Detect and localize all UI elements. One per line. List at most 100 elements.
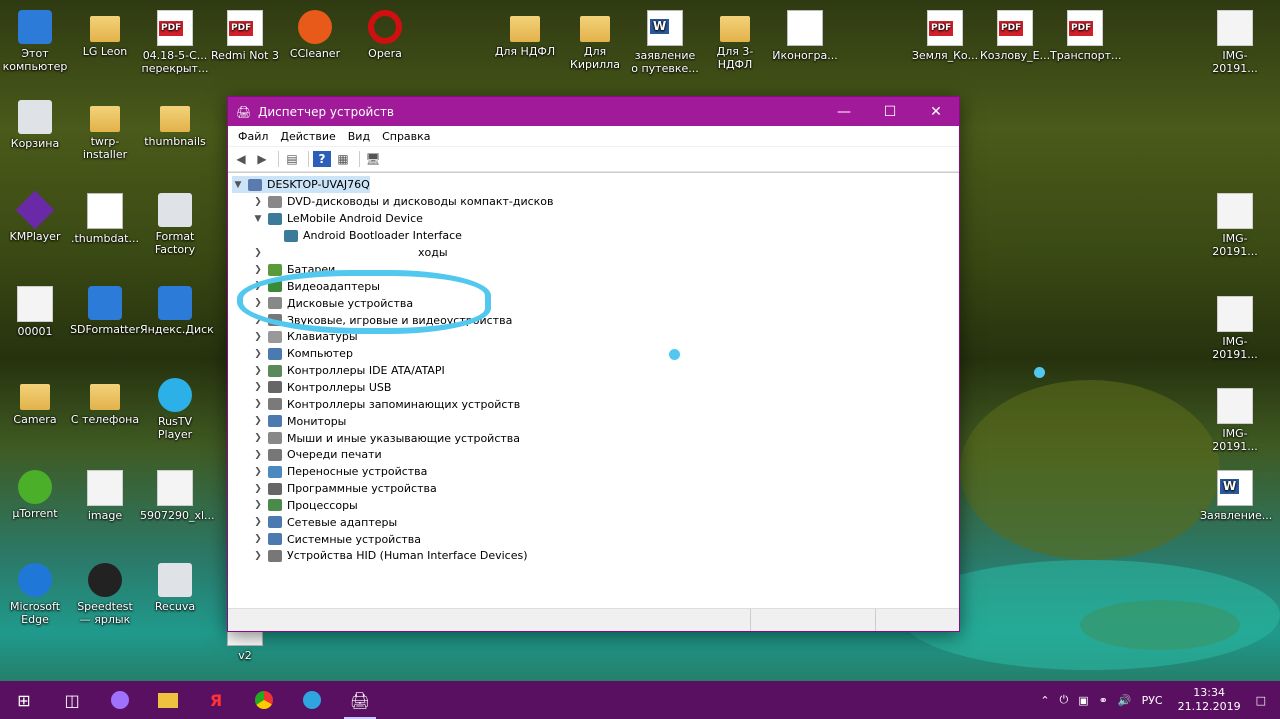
network-icon[interactable]: ▣ <box>1078 694 1088 707</box>
chrome-icon[interactable] <box>240 681 288 719</box>
desktop-icon[interactable]: Этот компьютер <box>0 10 70 73</box>
alice-assistant-icon[interactable] <box>96 681 144 719</box>
help-icon[interactable]: ? <box>313 151 331 167</box>
properties-icon[interactable]: ▤ <box>283 151 301 167</box>
desktop-icon[interactable]: IMG-20191... <box>1200 193 1270 258</box>
device-tree[interactable]: ▼ DESKTOP-UVAJ76Q ❯ DVD-дисководы и диск… <box>228 172 959 609</box>
volume-icon[interactable]: 🔊 <box>1118 694 1132 707</box>
clock[interactable]: 13:34 21.12.2019 <box>1178 686 1241 714</box>
tree-item-category[interactable]: ❯ Мониторы <box>252 413 346 430</box>
tree-item-dvd[interactable]: ❯ DVD-дисководы и дисководы компакт-диск… <box>252 193 553 210</box>
desktop-icon[interactable]: thumbnails <box>140 100 210 148</box>
desktop-icon[interactable]: Иконогра... <box>770 10 840 62</box>
tree-item-category[interactable]: ❯ Мыши и иные указывающие устройства <box>252 430 520 447</box>
tree-item-category[interactable]: ❯ Сетевые адаптеры <box>252 514 397 531</box>
desktop-icon[interactable]: Корзина <box>0 100 70 150</box>
desktop-icon[interactable]: IMG-20191... <box>1200 388 1270 453</box>
chevron-right-icon[interactable]: ❯ <box>252 416 264 426</box>
telegram-icon[interactable] <box>288 681 336 719</box>
menu-action[interactable]: Действие <box>274 130 341 143</box>
chevron-right-icon[interactable]: ❯ <box>252 551 264 561</box>
desktop-icon[interactable]: SDFormatter <box>70 286 140 336</box>
desktop-icon[interactable]: 00001 <box>0 286 70 338</box>
chevron-right-icon[interactable]: ❯ <box>252 433 264 443</box>
tree-item-category[interactable]: ❯ Очереди печати <box>252 446 381 463</box>
tree-item-category[interactable]: ❯ Контроллеры IDE ATA/ATAPI <box>252 362 445 379</box>
desktop-icon[interactable]: µTorrent <box>0 470 70 520</box>
chevron-right-icon[interactable]: ❯ <box>252 332 264 342</box>
tree-item-category[interactable]: ❯ Контроллеры запоминающих устройств <box>252 396 520 413</box>
desktop-icon[interactable]: Земля_Ко... <box>910 10 980 62</box>
tree-item-category[interactable]: ❯ Переносные устройства <box>252 463 427 480</box>
chevron-right-icon[interactable]: ❯ <box>252 349 264 359</box>
chevron-right-icon[interactable]: ❯ <box>252 500 264 510</box>
device-manager-window[interactable]: 🖨 Диспетчер устройств — ☐ ✕ Файл Действи… <box>227 96 960 632</box>
desktop-icon[interactable]: IMG-20191... <box>1200 10 1270 75</box>
yandex-browser-icon[interactable]: Я <box>192 681 240 719</box>
view-icon[interactable]: ▦ <box>334 151 352 167</box>
menu-file[interactable]: Файл <box>232 130 274 143</box>
device-manager-taskbar-icon[interactable]: 🖨 <box>336 681 384 719</box>
tree-item-category[interactable]: ❯ Устройства HID (Human Interface Devices… <box>252 547 527 564</box>
desktop-icon[interactable]: twrp-installer <box>70 100 140 161</box>
forward-arrow-icon[interactable]: ▶ <box>253 151 271 167</box>
desktop-icon[interactable]: Redmi Not 3 <box>210 10 280 62</box>
scan-hardware-icon[interactable]: 🖥 <box>364 151 382 167</box>
tree-item-lemobile[interactable]: ▼ LeMobile Android Device <box>252 210 423 227</box>
tree-item-category[interactable]: ❯ Компьютер <box>252 345 353 362</box>
tree-item-bootloader[interactable]: Android Bootloader Interface <box>284 227 462 244</box>
desktop-icon[interactable]: Microsoft Edge <box>0 563 70 626</box>
desktop-icon[interactable]: Для 3-НДФЛ <box>700 10 770 71</box>
desktop-icon[interactable]: LG Leon <box>70 10 140 58</box>
chevron-up-icon[interactable]: ⌃ <box>1040 694 1049 707</box>
desktop-icon[interactable]: Speedtest — ярлык <box>70 563 140 626</box>
notifications-icon[interactable]: □ <box>1256 694 1266 707</box>
menu-view[interactable]: Вид <box>342 130 376 143</box>
start-button[interactable]: ⊞ <box>0 681 48 719</box>
desktop-icon[interactable]: Для Кирилла <box>560 10 630 71</box>
desktop-icon[interactable]: Заявление... <box>1200 470 1272 522</box>
chevron-right-icon[interactable]: ❯ <box>252 265 264 275</box>
desktop-icon[interactable]: заявление о путевке... <box>630 10 700 75</box>
task-view-button[interactable]: ◫ <box>48 681 96 719</box>
maximize-button[interactable]: ☐ <box>867 97 913 126</box>
desktop-icon[interactable]: С телефона <box>70 378 140 426</box>
chevron-right-icon[interactable]: ❯ <box>252 467 264 477</box>
usb-icon[interactable]: ⏻ <box>1060 693 1069 707</box>
desktop-icon[interactable]: CCleaner <box>280 10 350 60</box>
desktop-icon[interactable]: .thumbdat... <box>70 193 140 245</box>
chevron-right-icon[interactable]: ❯ <box>252 197 264 207</box>
desktop-icon[interactable]: Camera <box>0 378 70 426</box>
desktop-icon[interactable]: 04.18-5-С... перекрыт... <box>140 10 210 75</box>
tree-item-category[interactable]: ❯ Процессоры <box>252 497 358 514</box>
chevron-right-icon[interactable]: ❯ <box>252 248 264 258</box>
tree-item-category[interactable]: ❯ Системные устройства <box>252 531 421 548</box>
desktop-icon[interactable]: Format Factory <box>140 193 210 256</box>
desktop-icon[interactable]: image <box>70 470 140 522</box>
desktop-icon[interactable]: IMG-20191... <box>1200 296 1270 361</box>
desktop-icon[interactable]: 5907290_xl... <box>140 470 215 522</box>
desktop-icon[interactable]: Opera <box>350 10 420 60</box>
menu-help[interactable]: Справка <box>376 130 436 143</box>
desktop-icon[interactable]: KMPlayer <box>0 190 70 243</box>
back-arrow-icon[interactable]: ◀ <box>232 151 250 167</box>
file-explorer-icon[interactable] <box>144 681 192 719</box>
chevron-down-icon[interactable]: ▼ <box>232 180 244 190</box>
chevron-right-icon[interactable]: ❯ <box>252 450 264 460</box>
chevron-right-icon[interactable]: ❯ <box>252 366 264 376</box>
tree-root[interactable]: ▼ DESKTOP-UVAJ76Q <box>232 176 370 193</box>
title-bar[interactable]: 🖨 Диспетчер устройств — ☐ ✕ <box>228 97 959 126</box>
desktop-icon[interactable]: Транспорт... <box>1050 10 1121 62</box>
desktop-icon[interactable]: Яндекс.Диск <box>140 286 214 336</box>
desktop-icon[interactable]: Козлову_Е... <box>980 10 1050 62</box>
desktop-icon[interactable]: Для НДФЛ <box>490 10 560 58</box>
chevron-right-icon[interactable]: ❯ <box>252 534 264 544</box>
chevron-down-icon[interactable]: ▼ <box>252 214 264 224</box>
close-button[interactable]: ✕ <box>913 97 959 126</box>
globe-icon[interactable]: ⚭ <box>1099 694 1108 707</box>
language-indicator[interactable]: РУС <box>1142 694 1163 707</box>
tree-item-category[interactable]: ❯ Программные устройства <box>252 480 437 497</box>
tree-item-hidden[interactable]: ❯ ходы <box>252 244 447 261</box>
minimize-button[interactable]: — <box>821 97 867 126</box>
desktop-icon[interactable]: RusTV Player <box>140 378 210 441</box>
